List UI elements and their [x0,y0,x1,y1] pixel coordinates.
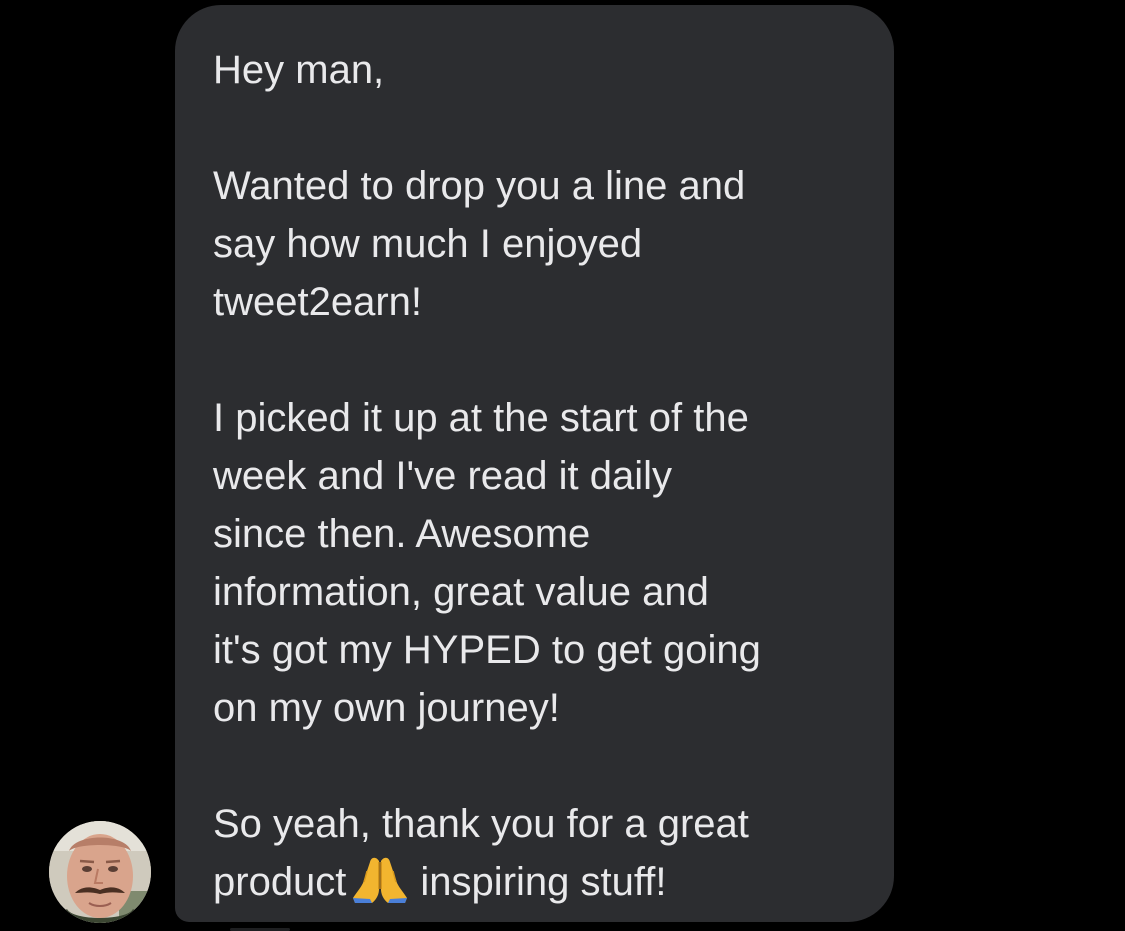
message-line: since then. Awesome [213,512,591,556]
message-text-before-emoji: product [213,860,347,904]
chat-screen: Hey man, Wanted to drop you a line and s… [0,0,1125,931]
message-line: Wanted to drop you a line and [213,164,746,208]
sender-photo [49,821,151,923]
message-paragraph: Wanted to drop you a line and say how mu… [213,157,864,331]
avatar[interactable] [49,821,151,923]
message-line: it's got my HYPED to get going [213,628,761,672]
message-line: I picked it up at the start of the [213,396,749,440]
message-line: information, great value and [213,570,709,614]
message-line: on my own journey! [213,686,560,730]
message-paragraph: Hey man, [213,41,864,99]
message-paragraph: So yeah, thank you for a great product i… [213,795,864,911]
message-paragraph: I picked it up at the start of the week … [213,389,864,737]
message-line: week and I've read it daily [213,454,673,498]
folded-hands-icon [353,857,408,903]
message-line: So yeah, thank you for a great [213,802,749,846]
message-line: Hey man, [213,48,385,92]
message-line: tweet2earn! [213,280,423,324]
received-message-bubble[interactable]: Hey man, Wanted to drop you a line and s… [175,5,894,922]
message-text-after-emoji: inspiring stuff! [420,860,667,904]
message-line: product inspiring stuff! [213,853,864,911]
message-line: say how much I enjoyed [213,222,643,266]
